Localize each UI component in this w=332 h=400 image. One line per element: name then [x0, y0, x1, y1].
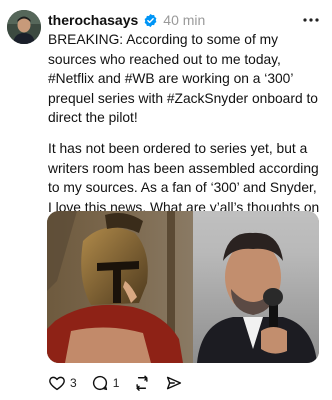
verified-badge-icon	[143, 13, 158, 28]
repost-icon	[133, 374, 151, 392]
action-bar: 3 1	[48, 372, 197, 394]
share-button[interactable]	[165, 374, 183, 392]
reply-count: 1	[112, 376, 120, 390]
heart-icon	[48, 374, 66, 392]
reply-button[interactable]: 1	[91, 374, 120, 392]
post-body: BREAKING: According to some of my source…	[48, 30, 324, 237]
username[interactable]: therochasays	[48, 12, 138, 28]
avatar[interactable]	[7, 10, 41, 44]
share-icon	[165, 374, 183, 392]
post-paragraph-1: BREAKING: According to some of my source…	[48, 32, 318, 126]
comment-icon	[91, 374, 109, 392]
more-icon[interactable]	[300, 10, 322, 30]
timestamp: 40 min	[163, 12, 206, 28]
repost-button[interactable]	[133, 374, 151, 392]
post-header: therochasays 40 min	[48, 10, 324, 30]
post-image[interactable]	[47, 211, 319, 363]
like-count: 3	[70, 376, 77, 390]
thread-post: therochasays 40 min BREAKING: According …	[0, 0, 332, 400]
like-button[interactable]: 3	[48, 374, 77, 392]
